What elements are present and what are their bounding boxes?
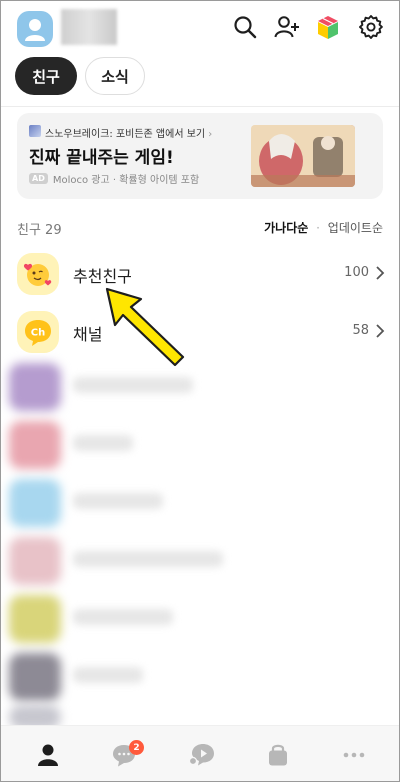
- my-profile-name-blurred: [61, 9, 117, 45]
- ad-artwork-illustration: [251, 125, 355, 187]
- sort-separator: ·: [316, 221, 320, 235]
- top-header: [1, 1, 399, 53]
- friend-row-blurred[interactable]: [9, 417, 389, 471]
- channel-label: 채널: [73, 325, 103, 344]
- channel-icon: Ch: [17, 311, 59, 353]
- friend-row-blurred[interactable]: [9, 591, 389, 645]
- ad-source-text: 스노우브레이크: 포비든존 앱에서 보기: [45, 129, 206, 140]
- header-divider: [1, 106, 399, 107]
- friend-avatar-blurred: [9, 363, 61, 411]
- friends-count-label: 친구 29: [17, 223, 62, 238]
- chevron-right-icon: [376, 324, 385, 338]
- chevron-right-icon: ›: [208, 129, 213, 140]
- yellow-arrow-annotation-icon: [105, 287, 185, 367]
- tab-friends[interactable]: 친구: [15, 57, 77, 95]
- sort-updated[interactable]: 업데이트순: [328, 221, 383, 235]
- ad-game-artwork: [251, 125, 355, 187]
- recommended-friends-icon: [17, 253, 59, 295]
- unread-chat-badge: 2: [129, 740, 144, 755]
- app-frame: 친구 소식 스노우브레이크: 포비든존 앱에서 보기 › 진짜 끝내주는 게임!…: [0, 0, 400, 782]
- openchat-icon[interactable]: [187, 740, 217, 770]
- more-icon[interactable]: [339, 740, 369, 770]
- recommended-friends-count: 100: [344, 265, 369, 280]
- friend-name-blurred: [73, 667, 143, 683]
- settings-icon[interactable]: [357, 13, 385, 41]
- friend-avatar-blurred: [9, 421, 61, 469]
- tab-news[interactable]: 소식: [85, 57, 145, 95]
- sort-options: 가나다순 · 업데이트순: [264, 219, 383, 236]
- friend-name-blurred: [73, 551, 223, 567]
- friend-row-blurred[interactable]: [9, 533, 389, 587]
- svg-text:Ch: Ch: [31, 328, 45, 339]
- friend-avatar-blurred: [9, 653, 61, 701]
- my-profile-avatar[interactable]: [17, 11, 53, 47]
- add-friend-icon[interactable]: [273, 13, 301, 41]
- shopping-icon[interactable]: [263, 740, 293, 770]
- bottom-navigation: [1, 725, 399, 781]
- friend-name-blurred: [73, 435, 133, 451]
- gift-icon[interactable]: [314, 13, 342, 41]
- friend-row-blurred[interactable]: [9, 649, 389, 703]
- chevron-right-icon: [376, 266, 385, 280]
- recommended-friends-row[interactable]: 추천친구 100: [1, 245, 399, 303]
- ad-meta-text: Moloco 광고 · 확률형 아이템 포함: [52, 175, 200, 186]
- ad-banner[interactable]: 스노우브레이크: 포비든존 앱에서 보기 › 진짜 끝내주는 게임! AD Mo…: [17, 113, 383, 199]
- ad-source: 스노우브레이크: 포비든존 앱에서 보기 ›: [45, 125, 212, 140]
- channel-count: 58: [352, 323, 369, 338]
- friend-row-blurred[interactable]: [9, 359, 389, 413]
- search-icon[interactable]: [231, 13, 259, 41]
- friend-name-blurred: [73, 493, 163, 509]
- ad-badge: AD: [29, 173, 48, 184]
- advertiser-app-icon: [29, 125, 41, 137]
- ad-title: 진짜 끝내주는 게임!: [29, 148, 174, 168]
- friends-icon[interactable]: [33, 740, 63, 770]
- friend-avatar-blurred: [9, 537, 61, 585]
- channel-row[interactable]: Ch 채널 58: [1, 303, 399, 361]
- sort-alphabetical[interactable]: 가나다순: [264, 221, 308, 235]
- ad-meta: AD Moloco 광고 · 확률형 아이템 포함: [29, 171, 199, 186]
- friend-name-blurred: [73, 609, 173, 625]
- friend-avatar-blurred: [9, 595, 61, 643]
- friend-avatar-blurred: [9, 479, 61, 527]
- friend-name-blurred: [73, 377, 193, 393]
- friend-row-blurred[interactable]: [9, 475, 389, 529]
- default-avatar-icon: [25, 19, 45, 41]
